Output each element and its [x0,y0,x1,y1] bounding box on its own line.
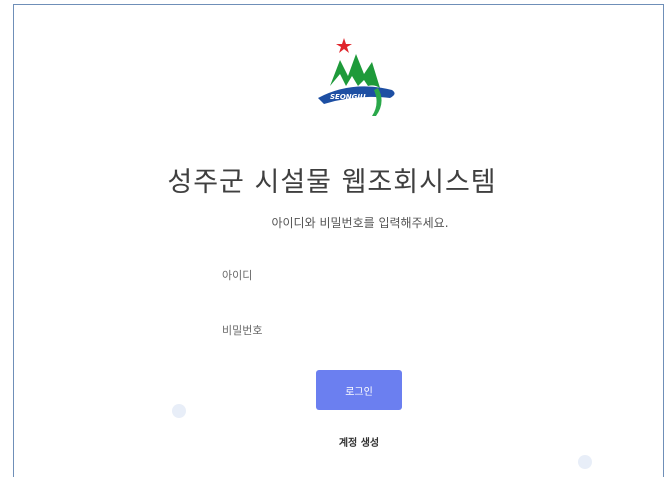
logo-mountain-icon [330,54,380,88]
decorative-blob [578,455,592,469]
create-account-link[interactable]: 계정 생성 [0,434,664,449]
decorative-blob [172,404,186,418]
password-field-row [218,317,478,343]
password-input[interactable] [218,317,478,343]
login-button[interactable]: 로그인 [316,370,402,410]
username-input[interactable] [218,262,478,288]
page-subtitle: 아이디와 비밀번호를 입력해주세요. [271,216,449,230]
logo-star-icon [336,38,352,53]
username-field-row [218,262,478,288]
page-title: 성주군 시설물 웹조회시스템 [167,167,497,198]
seongju-logo-graphic: SEONGJU [318,38,395,116]
seongju-logo: SEONGJU [316,36,404,124]
logo-wordmark: SEONGJU [330,93,366,101]
